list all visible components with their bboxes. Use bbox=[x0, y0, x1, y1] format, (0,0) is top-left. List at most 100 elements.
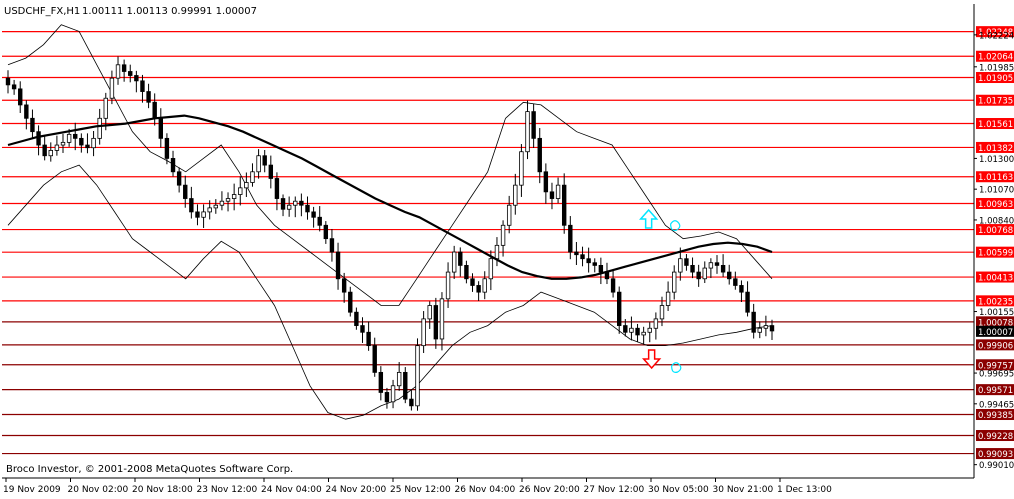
candle-body-37 bbox=[231, 194, 237, 199]
candle-body-94 bbox=[580, 254, 585, 260]
level-dark-4-label: 0.99385 bbox=[978, 411, 1013, 421]
x-tick-label-4: 24 Nov 04:00 bbox=[261, 485, 322, 495]
candle-body-43 bbox=[268, 164, 274, 179]
candle-body-1 bbox=[11, 84, 17, 90]
level-red-2-label: 1.01905 bbox=[978, 74, 1013, 84]
candle-body-125 bbox=[769, 325, 775, 332]
level-dark-1-label: 0.99906 bbox=[978, 341, 1013, 351]
candle-body-61 bbox=[378, 371, 384, 393]
x-tick-label-7: 26 Nov 04:00 bbox=[455, 485, 516, 495]
x-tick-label-1: 20 Nov 02:00 bbox=[68, 485, 129, 495]
candle-body-42 bbox=[262, 155, 267, 166]
candle-body-107 bbox=[659, 305, 665, 320]
candle-body-60 bbox=[372, 345, 377, 373]
x-tick-label-11: 30 Nov 21:00 bbox=[713, 485, 774, 495]
x-tick-label-8: 26 Nov 20:00 bbox=[519, 485, 580, 495]
candle-body-39 bbox=[244, 182, 249, 189]
candle-body-10 bbox=[66, 133, 72, 143]
candle-body-65 bbox=[403, 371, 408, 400]
x-tick-label-10: 30 Nov 05:00 bbox=[648, 485, 709, 495]
candle-body-88 bbox=[543, 171, 549, 193]
candle-body-50 bbox=[311, 211, 316, 218]
candle-body-87 bbox=[537, 137, 542, 173]
candle-body-5 bbox=[36, 131, 41, 146]
candle-body-7 bbox=[48, 149, 53, 157]
candle-body-84 bbox=[519, 151, 524, 186]
candle-body-52 bbox=[323, 224, 329, 240]
candle-body-26 bbox=[164, 137, 170, 159]
candle-body-99 bbox=[610, 278, 616, 293]
candle-body-124 bbox=[763, 325, 769, 329]
candle-body-14 bbox=[91, 137, 96, 149]
candle-body-108 bbox=[665, 291, 671, 306]
candle-body-92 bbox=[568, 224, 573, 253]
y-tick-label-1: 1.01985 bbox=[979, 63, 1014, 73]
y-tick-label-4: 1.00840 bbox=[979, 216, 1014, 226]
candle-body-3 bbox=[24, 104, 29, 119]
candle-body-105 bbox=[647, 327, 652, 333]
y-tick-label-2: 1.01300 bbox=[979, 155, 1014, 165]
y-tick-label-3: 1.01070 bbox=[979, 186, 1014, 196]
candle-body-90 bbox=[555, 184, 561, 199]
candle-body-4 bbox=[30, 117, 35, 133]
candle-body-38 bbox=[238, 187, 243, 195]
level-dark-6-label: 0.99093 bbox=[978, 450, 1013, 460]
candle-body-9 bbox=[60, 141, 66, 146]
candle-body-122 bbox=[751, 311, 756, 333]
candle-body-28 bbox=[176, 171, 182, 186]
x-tick-label-12: 1 Dec 13:00 bbox=[777, 485, 832, 495]
level-red-10-label: 1.00413 bbox=[978, 274, 1013, 284]
candle-body-109 bbox=[672, 271, 677, 293]
candle-body-63 bbox=[390, 385, 396, 403]
candle-body-22 bbox=[140, 80, 145, 92]
symbol-label: USDCHF_FX,H1 bbox=[4, 6, 80, 17]
candle-body-58 bbox=[360, 325, 365, 333]
candle-body-119 bbox=[733, 278, 738, 286]
candle-body-71 bbox=[439, 298, 445, 340]
candle-body-44 bbox=[274, 178, 280, 199]
y-tick-label-6: 0.99695 bbox=[979, 370, 1014, 380]
level-red-11-label: 1.00235 bbox=[978, 297, 1013, 307]
candle-body-24 bbox=[152, 101, 157, 119]
candle-body-46 bbox=[286, 204, 292, 210]
candle-body-33 bbox=[207, 207, 212, 213]
candle-body-21 bbox=[134, 75, 139, 82]
candle-body-100 bbox=[617, 291, 622, 326]
candle-body-115 bbox=[708, 262, 714, 269]
level-red-4-label: 1.01561 bbox=[978, 120, 1013, 130]
candle-body-29 bbox=[183, 184, 188, 199]
candle-body-54 bbox=[335, 251, 341, 280]
candle-body-30 bbox=[189, 198, 194, 213]
candle-body-69 bbox=[427, 305, 432, 320]
candle-body-55 bbox=[341, 278, 347, 293]
candle-body-72 bbox=[445, 271, 451, 300]
candle-body-36 bbox=[225, 198, 231, 202]
candle-body-101 bbox=[623, 325, 628, 333]
level-red-9-label: 1.00599 bbox=[978, 249, 1013, 259]
candle-body-59 bbox=[366, 331, 371, 347]
candle-body-96 bbox=[592, 262, 597, 266]
candle-body-112 bbox=[690, 265, 695, 273]
candle-body-12 bbox=[79, 137, 84, 146]
candle-body-120 bbox=[739, 285, 744, 293]
ohlc-label: 1.00111 1.00113 0.99991 1.00007 bbox=[82, 6, 257, 17]
level-dark-3-label: 0.99571 bbox=[978, 386, 1013, 396]
candle-body-110 bbox=[678, 258, 683, 273]
candle-body-31 bbox=[195, 211, 200, 218]
candle-body-82 bbox=[506, 204, 512, 226]
y-tick-label-0: 1.02224 bbox=[979, 31, 1014, 41]
candle-body-49 bbox=[305, 204, 310, 213]
candle-body-20 bbox=[128, 71, 133, 76]
candle-body-47 bbox=[293, 200, 298, 206]
candle-body-80 bbox=[494, 244, 500, 260]
candle-body-15 bbox=[97, 117, 102, 139]
x-tick-label-3: 23 Nov 12:00 bbox=[197, 485, 258, 495]
y-tick-label-8: 0.99010 bbox=[979, 461, 1014, 471]
y-tick-label-5: 1.00155 bbox=[979, 308, 1014, 318]
candle-body-41 bbox=[256, 155, 261, 173]
level-red-6-label: 1.01163 bbox=[978, 173, 1013, 183]
current-price-label: 1.00007 bbox=[978, 328, 1013, 338]
candle-body-6 bbox=[42, 144, 47, 157]
level-red-8-label: 1.00768 bbox=[978, 226, 1013, 236]
chart: 1.02248 1.02064 1.01905 1.01735 1.01561 1.013… bbox=[0, 0, 1014, 495]
